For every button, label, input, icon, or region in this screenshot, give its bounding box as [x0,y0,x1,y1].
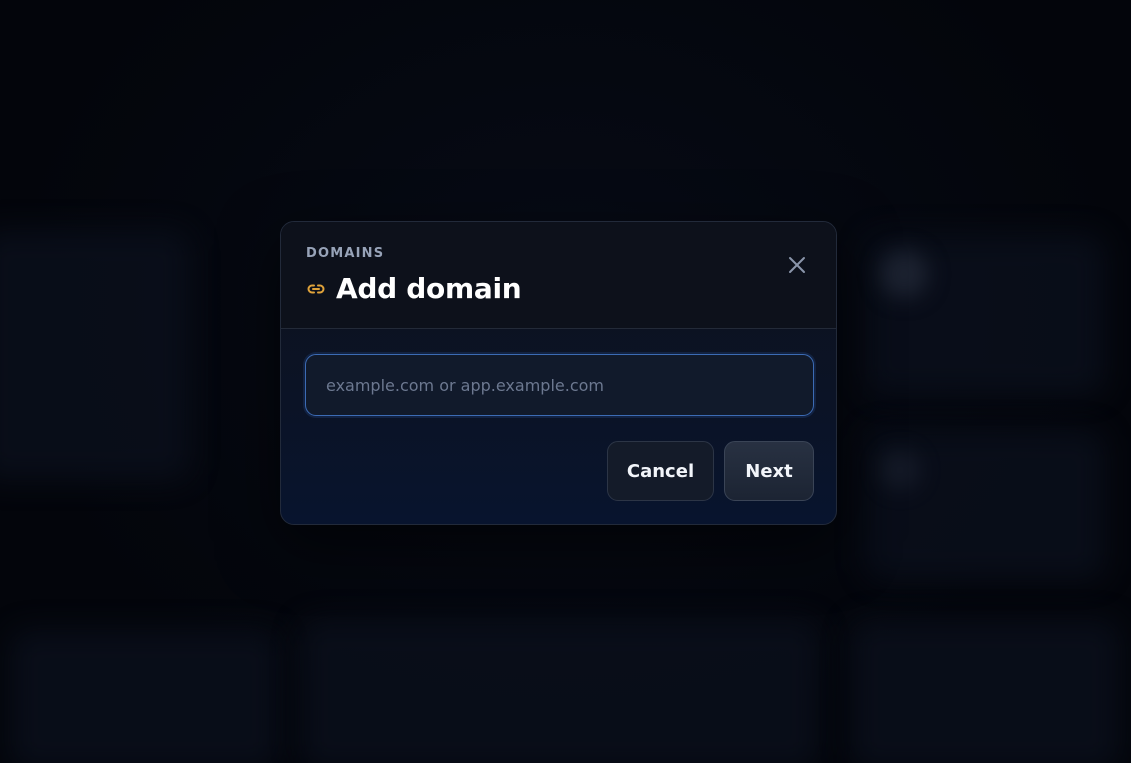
blurred-panel-bottom-center [300,620,820,763]
domain-input[interactable] [305,354,814,416]
dialog-title-row: Add domain [306,272,522,305]
blurred-avatar-2 [880,450,920,490]
dialog-eyebrow: DOMAINS [306,246,385,261]
dialog-header: DOMAINS Add domain [281,222,836,329]
add-domain-dialog: DOMAINS Add domain Cancel Next [280,221,837,525]
cancel-button[interactable]: Cancel [607,441,714,501]
blurred-avatar-1 [880,250,928,298]
link-icon [306,279,326,299]
close-button[interactable] [786,254,808,276]
blurred-panel-bottom-left [10,630,280,763]
next-button[interactable]: Next [724,441,814,501]
close-icon [789,257,805,273]
blurred-panel-left [0,230,190,480]
dialog-title: Add domain [336,272,522,305]
blurred-panel-bottom-right [850,620,1120,763]
